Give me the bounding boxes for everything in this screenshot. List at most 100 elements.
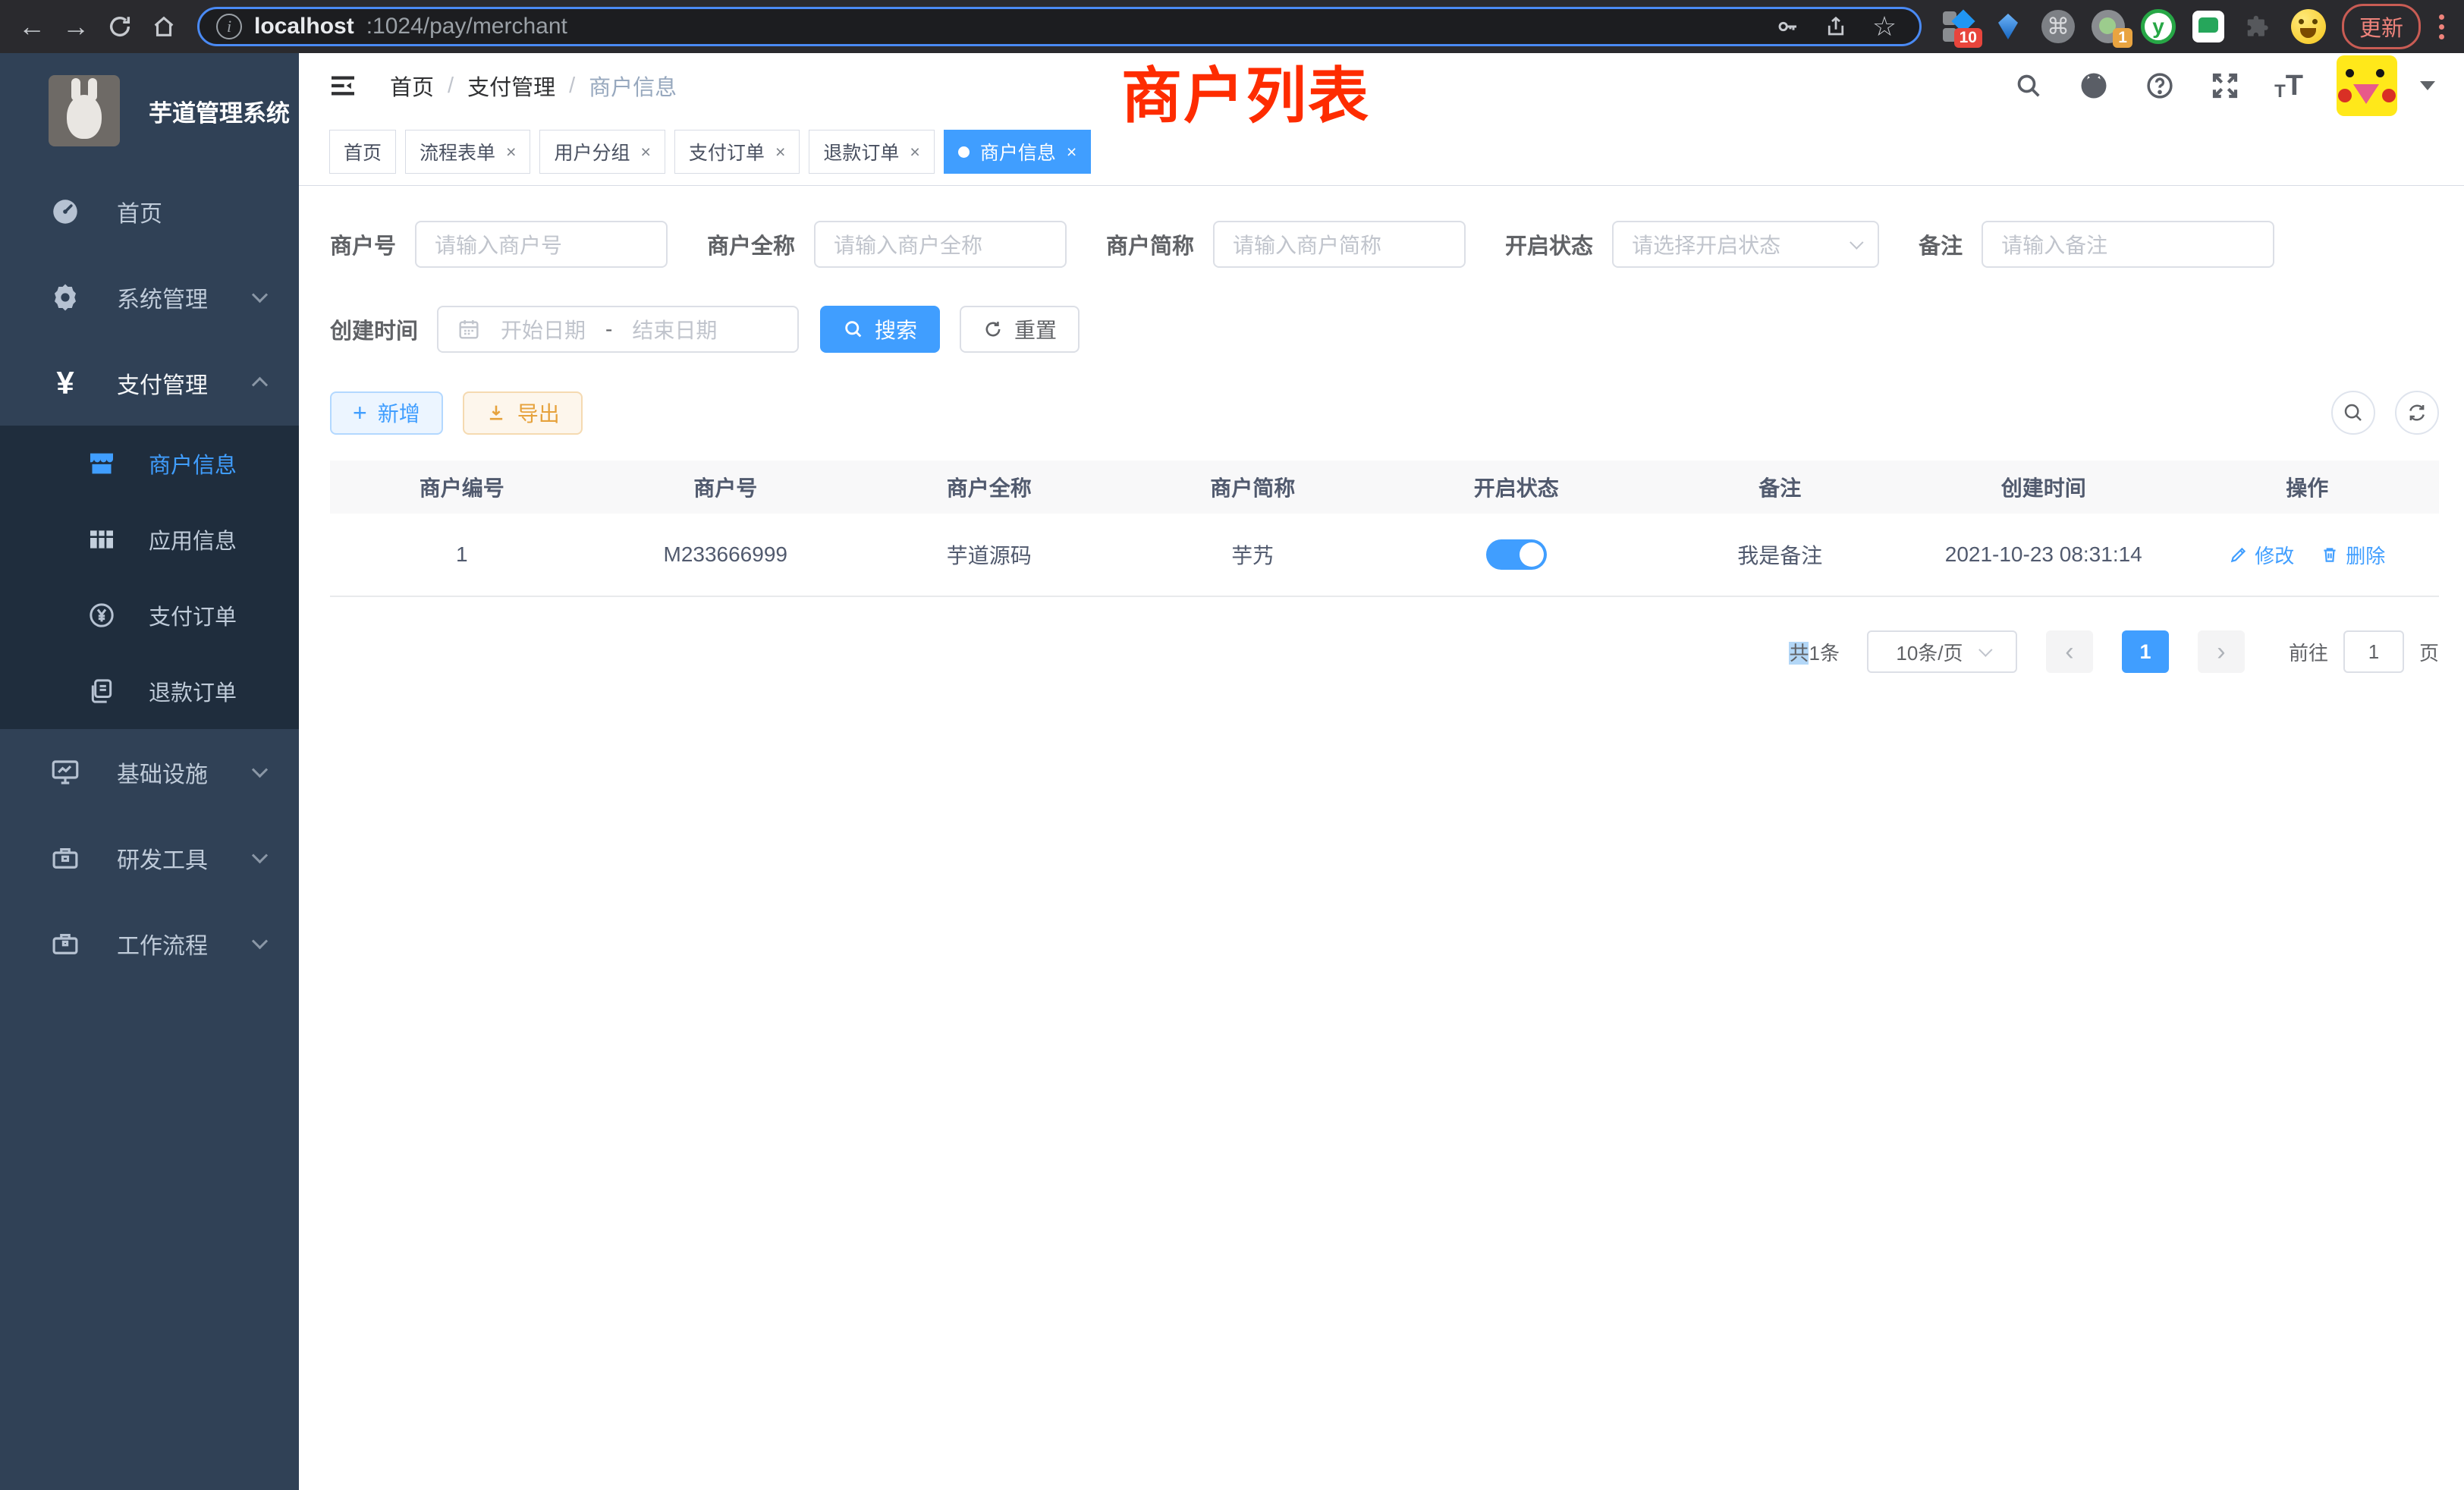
sidebar-item-workflow[interactable]: 工作流程 <box>0 901 299 986</box>
chevron-down-icon <box>252 933 268 949</box>
tab-refund-order[interactable]: 退款订单 × <box>809 130 934 174</box>
full-name-input[interactable]: 请输入商户全称 <box>814 221 1067 268</box>
site-info-icon[interactable]: i <box>216 14 242 39</box>
app-title: 芋道管理系统 <box>149 94 290 128</box>
logo-rabbit-image <box>49 75 120 146</box>
close-icon[interactable]: × <box>775 142 785 162</box>
breadcrumb-separator: / <box>448 74 454 99</box>
remark-input[interactable]: 请输入备注 <box>1982 221 2274 268</box>
chevron-down-icon <box>1978 643 1992 656</box>
export-button[interactable]: 导出 <box>463 391 583 435</box>
goto-page-input[interactable]: 1 <box>2343 630 2404 673</box>
page-size-select[interactable]: 10条/页 <box>1867 630 2017 673</box>
main-area: 首页 / 支付管理 / 商户信息 <box>299 53 2464 1490</box>
placeholder-text: 请选择开启状态 <box>1632 229 1780 259</box>
merchant-no-input[interactable]: 请输入商户号 <box>415 221 668 268</box>
extension-gem-icon[interactable] <box>1990 8 2026 45</box>
cell-actions: 修改 删除 <box>2176 541 2440 569</box>
search-icon <box>2342 401 2365 424</box>
delete-link[interactable]: 删除 <box>2320 541 2385 569</box>
screen: ← → i localhost :1024/pay/merchant ☆ 10 … <box>0 0 2464 1490</box>
sidebar-item-system[interactable]: 系统管理 <box>0 254 299 340</box>
sidebar-item-label: 支付订单 <box>149 599 237 631</box>
browser-back-button[interactable]: ← <box>12 7 52 46</box>
tab-merchant-info[interactable]: 商户信息 × <box>944 130 1091 174</box>
browser-home-button[interactable] <box>144 7 184 46</box>
refresh-icon <box>982 319 1004 340</box>
browser-reload-button[interactable] <box>100 7 140 46</box>
share-icon[interactable] <box>1818 14 1854 39</box>
search-button[interactable]: 搜索 <box>820 306 940 353</box>
breadcrumb-pay[interactable]: 支付管理 <box>467 70 555 102</box>
extension-y-icon[interactable]: y <box>2140 8 2176 45</box>
add-button[interactable]: + 新增 <box>330 391 443 435</box>
next-page-button[interactable]: › <box>2198 630 2245 673</box>
close-icon[interactable]: × <box>506 142 516 162</box>
tab-process-form[interactable]: 流程表单 × <box>405 130 530 174</box>
sidebar-item-pay[interactable]: ¥ 支付管理 <box>0 340 299 426</box>
search-icon[interactable] <box>2013 71 2044 101</box>
browser-forward-button[interactable]: → <box>56 7 96 46</box>
browser-update-button[interactable]: 更新 <box>2342 4 2421 49</box>
password-key-icon[interactable] <box>1769 14 1806 39</box>
reset-button[interactable]: 重置 <box>960 306 1080 353</box>
url-bar[interactable]: i localhost :1024/pay/merchant ☆ <box>197 7 1922 46</box>
tab-home[interactable]: 首页 <box>329 130 396 174</box>
sidebar-item-infra[interactable]: 基础设施 <box>0 729 299 815</box>
delete-label: 删除 <box>2346 541 2385 569</box>
tab-user-group[interactable]: 用户分组 × <box>539 130 665 174</box>
tab-label: 流程表单 <box>420 138 495 165</box>
sidebar-item-label: 研发工具 <box>117 841 208 875</box>
extension-chat-icon[interactable] <box>2190 8 2227 45</box>
font-size-icon[interactable]: TT <box>2274 70 2303 102</box>
date-range-picker[interactable]: 开始日期 - 结束日期 <box>437 306 799 353</box>
table-header-row: 商户编号 商户号 商户全称 商户简称 开启状态 备注 创建时间 操作 <box>330 461 2439 514</box>
close-icon[interactable]: × <box>1067 142 1076 162</box>
sidebar-item-home[interactable]: 首页 <box>0 168 299 254</box>
chevron-down-icon <box>1850 235 1863 249</box>
help-icon[interactable] <box>2144 70 2176 102</box>
sidebar-item-pay-order[interactable]: 支付订单 <box>0 577 299 653</box>
toggle-search-button[interactable] <box>2331 391 2375 435</box>
extension-tabs-icon[interactable]: 10 <box>1940 8 1976 45</box>
refresh-table-button[interactable] <box>2395 391 2439 435</box>
trash-icon <box>2320 545 2340 564</box>
sidebar-item-refund-order[interactable]: 退款订单 <box>0 653 299 729</box>
sidebar-item-devtools[interactable]: 研发工具 <box>0 815 299 901</box>
date-separator: - <box>605 317 612 341</box>
sidebar-item-app-info[interactable]: 应用信息 <box>0 501 299 577</box>
column-header: 操作 <box>2176 472 2440 502</box>
tab-pay-order[interactable]: 支付订单 × <box>674 130 800 174</box>
avatar-caret-icon[interactable] <box>2420 81 2435 90</box>
extension-command-icon[interactable]: ⌘ <box>2040 8 2076 45</box>
fullscreen-icon[interactable] <box>2209 70 2241 102</box>
extension-recorder-icon[interactable]: 1 <box>2090 8 2126 45</box>
column-header: 备注 <box>1648 472 1912 502</box>
extension-badge-1: 1 <box>2113 28 2132 48</box>
sidebar-fold-icon[interactable] <box>328 71 358 101</box>
extension-badge: 10 <box>1954 28 1982 48</box>
calendar-icon <box>457 317 481 341</box>
user-avatar[interactable] <box>2337 55 2397 116</box>
extensions-puzzle-icon[interactable] <box>2240 8 2277 45</box>
breadcrumb-home[interactable]: 首页 <box>390 70 434 102</box>
active-dot-icon <box>958 146 970 158</box>
table-tools <box>2331 391 2439 435</box>
close-icon[interactable]: × <box>640 142 650 162</box>
status-select[interactable]: 请选择开启状态 <box>1612 221 1879 268</box>
sidebar-submenu-pay: 商户信息 应用信息 支付订单 <box>0 426 299 729</box>
page-1-button[interactable]: 1 <box>2122 630 2169 673</box>
profile-avatar-icon[interactable] <box>2290 8 2327 45</box>
status-toggle[interactable] <box>1486 539 1547 570</box>
tab-label: 商户信息 <box>980 138 1056 165</box>
browser-menu-icon[interactable] <box>2431 14 2452 39</box>
bookmark-star-icon[interactable]: ☆ <box>1866 11 1903 42</box>
sidebar-logo[interactable]: 芋道管理系统 <box>0 53 299 168</box>
close-icon[interactable]: × <box>910 142 919 162</box>
sidebar-item-merchant-info[interactable]: 商户信息 <box>0 426 299 501</box>
prev-page-button[interactable]: ‹ <box>2046 630 2093 673</box>
edit-link[interactable]: 修改 <box>2229 541 2294 569</box>
pagination-total: 共1条 <box>1789 638 1840 666</box>
short-name-input[interactable]: 请输入商户简称 <box>1213 221 1466 268</box>
github-icon[interactable] <box>2077 69 2110 102</box>
